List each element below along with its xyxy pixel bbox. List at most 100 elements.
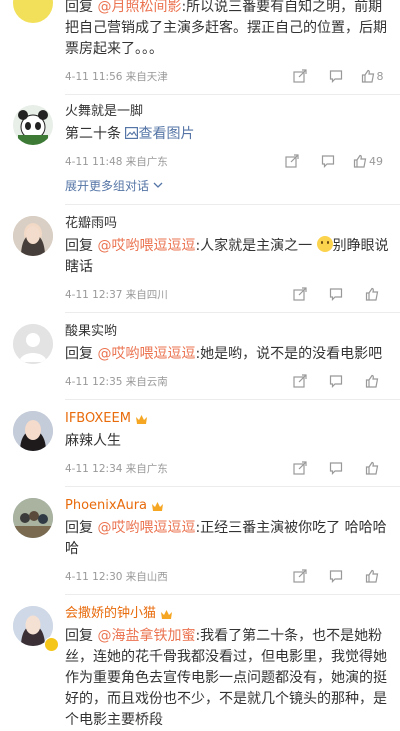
chevron-down-icon	[153, 182, 163, 188]
reply-prefix: 回复	[65, 0, 93, 15]
timestamp: 4-11 12:37	[65, 288, 123, 301]
timestamp: 4-11 12:30	[65, 570, 123, 583]
reply-prefix: 回复	[65, 628, 93, 644]
comment-text: 回复 @海盐拿铁加蜜:我看了第二十条，也不是她粉丝，连她的花千骨我都没看过，但电…	[65, 626, 390, 731]
comment-3: 花瓣雨吗 回复 @哎哟喂逗逗逗:人家就是主演之一 别睁眼说瞎话 4-11 12:…	[0, 205, 400, 304]
verified-badge-icon	[44, 637, 59, 652]
mention-link[interactable]: @哎哟喂逗逗逗	[97, 238, 195, 254]
avatar[interactable]	[13, 498, 53, 538]
comment-button[interactable]	[318, 66, 354, 86]
share-button[interactable]	[282, 566, 318, 586]
comment-button[interactable]	[318, 566, 354, 586]
comment-content: :人家就是主演之一	[195, 238, 313, 254]
comment-button[interactable]	[310, 151, 346, 171]
username[interactable]: 酸果实哟	[65, 323, 390, 341]
share-button[interactable]	[282, 458, 318, 478]
timestamp: 4-11 11:48	[65, 155, 123, 168]
comment-content: :她是哟，说不是的没看电影吧	[195, 346, 383, 362]
timestamp: 4-11 12:35	[65, 375, 123, 388]
like-button[interactable]	[354, 566, 390, 586]
like-button[interactable]: 49	[346, 151, 390, 171]
comment-7: 会撒娇的钟小猫 回复 @海盐拿铁加蜜:我看了第二十条，也不是她粉丝，连她的花千骨…	[0, 595, 400, 731]
mention-link[interactable]: @哎哟喂逗逗逗	[97, 346, 195, 362]
share-icon	[293, 461, 307, 475]
avatar[interactable]	[13, 411, 53, 451]
comment-text: 回复 @哎哟喂逗逗逗:正经三番主演被你吃了 哈哈哈哈	[65, 518, 390, 560]
comment-button[interactable]	[318, 458, 354, 478]
comment-button[interactable]	[318, 284, 354, 304]
vip-crown-icon	[161, 609, 173, 619]
username[interactable]: 花瓣雨吗	[65, 215, 390, 233]
like-button[interactable]	[354, 371, 390, 391]
image-icon	[125, 127, 139, 140]
like-button[interactable]	[354, 458, 390, 478]
comment-6: PhoenixAura 回复 @哎哟喂逗逗逗:正经三番主演被你吃了 哈哈哈哈 4…	[0, 487, 400, 586]
share-button[interactable]	[282, 371, 318, 391]
share-icon	[293, 69, 307, 83]
comment-meta: 4-11 12:34 来自广东	[65, 458, 390, 478]
like-button[interactable]	[354, 284, 390, 304]
mention-link[interactable]: @哎哟喂逗逗逗	[97, 520, 195, 536]
location: 来自云南	[125, 375, 168, 388]
location: 来自四川	[125, 288, 168, 301]
comment-icon	[329, 570, 343, 583]
vip-crown-icon	[135, 414, 147, 424]
username[interactable]: IFBOXEEM	[65, 410, 390, 428]
vip-crown-icon	[152, 501, 164, 511]
share-icon	[293, 569, 307, 583]
comment-1: 回复 @月照松间影:所以说三番要有自知之明，前期把自己营销成了主演多赶客。摆正自…	[0, 0, 400, 86]
thumbs-up-icon	[361, 69, 374, 83]
avatar[interactable]	[13, 0, 53, 23]
comment-text: 回复 @月照松间影:所以说三番要有自知之明，前期把自己营销成了主演多赶客。摆正自…	[65, 0, 390, 60]
like-count: 49	[369, 154, 383, 168]
smile-emoji-icon	[316, 236, 333, 252]
comment-meta: 4-11 11:48 来自广东 49	[65, 151, 390, 171]
comment-text: 回复 @哎哟喂逗逗逗:她是哟，说不是的没看电影吧	[65, 344, 390, 365]
comment-content: 麻辣人生	[65, 433, 121, 449]
mention-link[interactable]: @月照松间影	[97, 0, 181, 15]
timestamp: 4-11 11:56	[65, 70, 123, 83]
expand-conversation-link[interactable]: 展开更多组对话	[65, 177, 390, 194]
comment-icon	[321, 155, 335, 168]
user-photo-icon	[13, 411, 53, 451]
reply-prefix: 回复	[65, 346, 93, 362]
comment-5: IFBOXEEM 麻辣人生 4-11 12:34 来自广东	[0, 400, 400, 478]
panda-avatar-icon	[18, 110, 48, 145]
comment-icon	[329, 375, 343, 388]
user-photo-icon	[13, 216, 53, 256]
comment-2: 火舞就是一脚 第二十条 查看图片 4-11 11:48 来自广东 49 展开更多…	[0, 95, 400, 194]
comment-meta: 4-11 12:30 来自山西	[65, 566, 390, 586]
comment-icon	[329, 70, 343, 83]
view-image-link[interactable]: 查看图片	[125, 126, 194, 142]
thumbs-up-icon	[353, 154, 367, 168]
reply-prefix: 回复	[65, 520, 93, 536]
mention-link[interactable]: @海盐拿铁加蜜	[97, 628, 195, 644]
username[interactable]: 会撒娇的钟小猫	[65, 605, 390, 623]
comment-button[interactable]	[318, 371, 354, 391]
location: 来自广东	[125, 462, 168, 475]
share-icon	[285, 154, 299, 168]
thumbs-up-icon	[365, 461, 379, 475]
comment-meta: 4-11 12:35 来自云南	[65, 371, 390, 391]
avatar[interactable]	[13, 324, 53, 364]
share-button[interactable]	[282, 284, 318, 304]
username[interactable]: PhoenixAura	[65, 497, 390, 515]
username[interactable]: 火舞就是一脚	[65, 103, 390, 121]
timestamp: 4-11 12:34	[65, 462, 123, 475]
like-button[interactable]: 8	[354, 66, 390, 86]
thumbs-up-icon	[365, 569, 379, 583]
comment-meta: 4-11 11:56 来自天津 8	[65, 66, 390, 86]
default-avatar-icon	[13, 324, 53, 364]
comment-4: 酸果实哟 回复 @哎哟喂逗逗逗:她是哟，说不是的没看电影吧 4-11 12:35…	[0, 313, 400, 391]
comment-content: 第二十条	[65, 126, 121, 142]
comment-text: 麻辣人生	[65, 431, 390, 452]
reply-prefix: 回复	[65, 238, 93, 254]
share-button[interactable]	[282, 66, 318, 86]
avatar[interactable]	[13, 216, 53, 256]
avatar[interactable]	[13, 105, 53, 145]
location: 来自广东	[125, 155, 168, 168]
share-icon	[293, 287, 307, 301]
share-icon	[293, 374, 307, 388]
share-button[interactable]	[274, 151, 310, 171]
thumbs-up-icon	[365, 287, 379, 301]
